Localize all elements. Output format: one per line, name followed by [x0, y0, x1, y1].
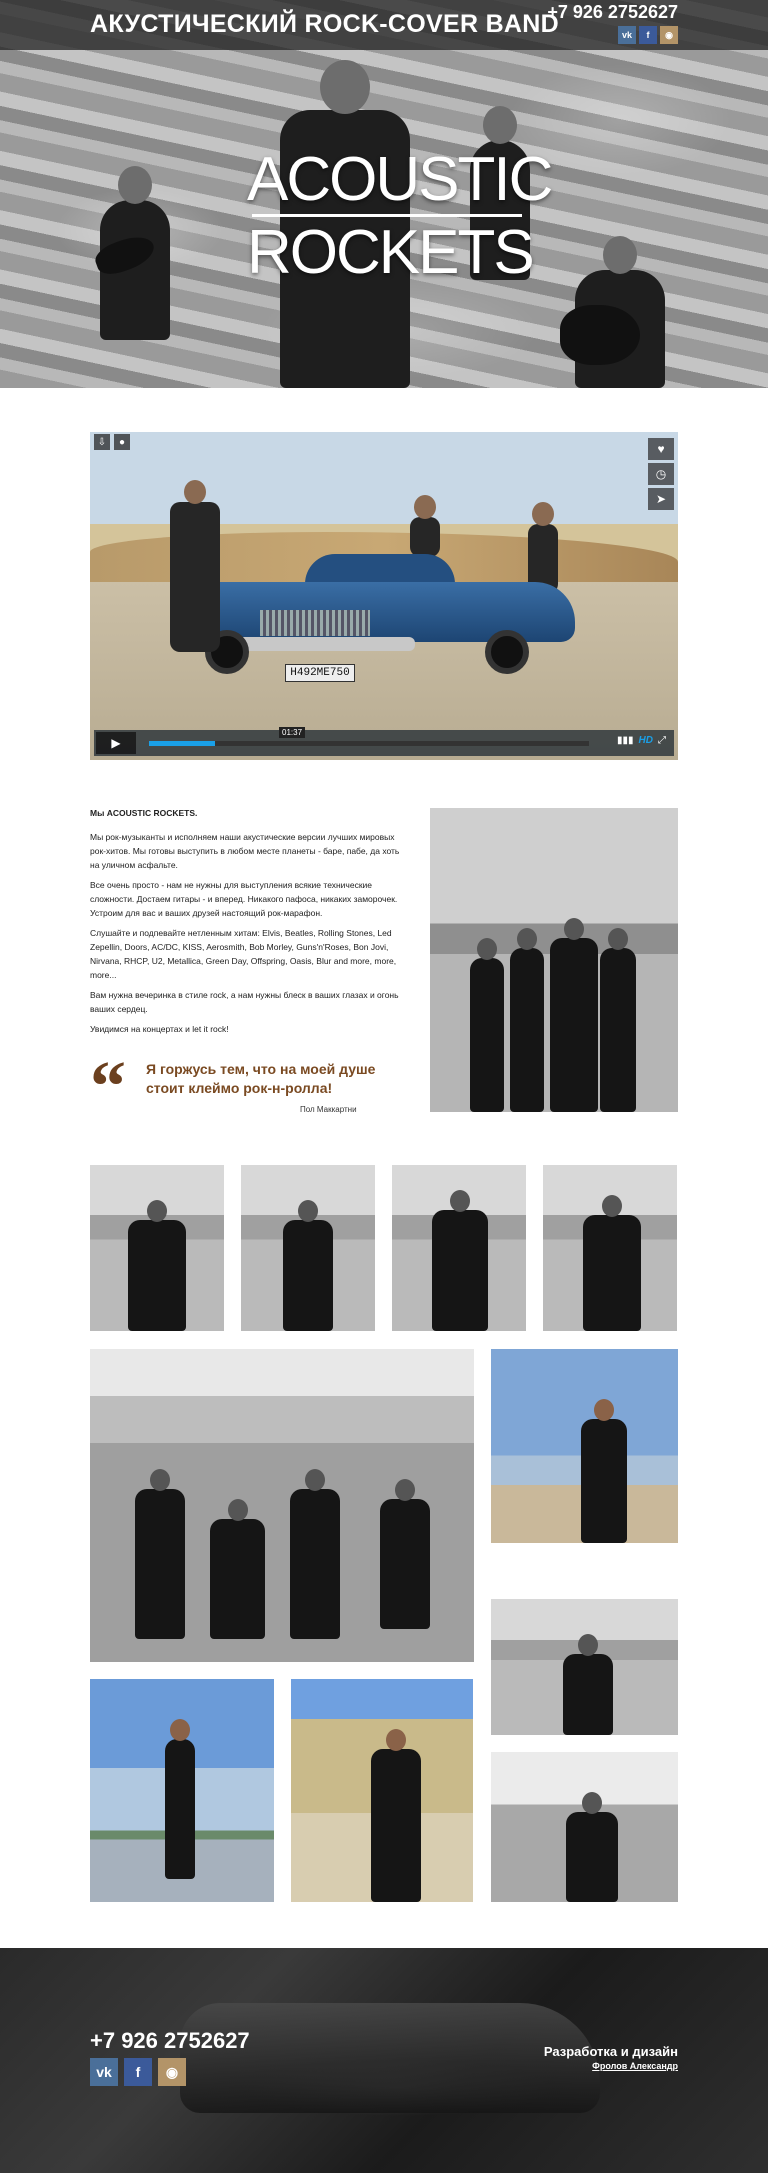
download-icon[interactable]: ⇩	[94, 434, 110, 450]
gallery-photo[interactable]	[491, 1599, 678, 1735]
about-text: Мы ACOUSTIC ROCKETS. Мы рок-музыканты и …	[90, 806, 400, 1042]
license-plate: Н492МЕ750	[285, 664, 355, 682]
vk-icon[interactable]: vk	[90, 2058, 118, 2086]
quote-text: Я горжусь тем, что на моей душе стоит кл…	[146, 1061, 376, 1096]
footer-socials: vk f ◉	[90, 2058, 186, 2086]
progress-bar[interactable]: 01:37	[149, 727, 589, 746]
gallery-photo[interactable]	[291, 1679, 473, 1902]
band-member	[170, 480, 220, 652]
instagram-icon[interactable]: ◉	[158, 2058, 186, 2086]
light-icon[interactable]: ●	[114, 434, 130, 450]
about-paragraph: Все очень просто - нам не нужны для выст…	[90, 880, 398, 918]
facebook-icon[interactable]: f	[124, 2058, 152, 2086]
volume-icon[interactable]: ▮▮▮	[617, 735, 634, 746]
about-paragraph: Слушайте и подпевайте нетленным хитам: E…	[90, 928, 397, 980]
vk-icon[interactable]: vk	[618, 26, 636, 44]
send-icon[interactable]: ➤	[648, 488, 674, 510]
gallery-photo[interactable]	[491, 1752, 678, 1902]
footer-car-image	[180, 2003, 600, 2113]
time-tooltip: 01:37	[279, 727, 306, 738]
video-settings: ▮▮▮ HD ⤢	[617, 735, 666, 746]
gallery-photo[interactable]	[543, 1165, 677, 1331]
video-controls: ▶ 01:37 ▮▮▮ HD ⤢	[94, 727, 674, 756]
about-paragraph: Вам нужна вечеринка в стиле rock, а нам …	[90, 990, 399, 1014]
clock-icon[interactable]: ◷	[648, 463, 674, 485]
gallery-photo[interactable]	[392, 1165, 526, 1331]
developer-credit: Разработка и дизайн Фролов Александр	[544, 2044, 678, 2071]
about-paragraph: Увидимся на концертах и let it rock!	[90, 1024, 229, 1034]
about-paragraph: Мы рок-музыканты и исполняем наши акусти…	[90, 832, 400, 870]
gallery-photo[interactable]	[491, 1349, 678, 1543]
developer-name[interactable]: Фролов Александр	[544, 2061, 678, 2071]
band-logo: ACOUSTIC ROCKETS	[247, 145, 553, 290]
video-top-tools: ⇩ ●	[90, 432, 134, 452]
video-side-tools: ♥ ◷ ➤	[648, 438, 674, 510]
logo-line1: ACOUSTIC	[247, 145, 553, 214]
gallery-photo[interactable]	[90, 1349, 474, 1662]
quote-icon: “	[90, 1046, 126, 1126]
about-intro: Мы ACOUSTIC ROCKETS.	[90, 808, 198, 818]
footer: +7 926 2752627 vk f ◉ Разработка и дизай…	[0, 1948, 768, 2173]
header-phone[interactable]: +7 926 2752627	[547, 2, 678, 23]
video-player[interactable]: Н492МЕ750 ⇩ ● ♥ ◷ ➤ ▶ 01:37 ▮▮▮ HD ⤢	[90, 432, 678, 760]
blue-car: Н492МЕ750	[185, 542, 575, 682]
hero-banner: АКУСТИЧЕСКИЙ ROCK-COVER BAND +7 926 2752…	[0, 0, 768, 388]
play-button[interactable]: ▶	[96, 732, 136, 754]
guitar	[560, 305, 640, 365]
quote-author: Пол Маккартни	[300, 1105, 357, 1114]
fullscreen-icon[interactable]: ⤢	[658, 735, 666, 746]
band-photo[interactable]	[430, 808, 678, 1112]
gallery-photo[interactable]	[241, 1165, 375, 1331]
gallery-photo[interactable]	[90, 1679, 274, 1902]
footer-phone[interactable]: +7 926 2752627	[90, 2028, 250, 2054]
heart-icon[interactable]: ♥	[648, 438, 674, 460]
hd-button[interactable]: HD	[639, 735, 653, 746]
facebook-icon[interactable]: f	[639, 26, 657, 44]
logo-line2: ROCKETS	[247, 218, 535, 287]
header-socials: vk f ◉	[618, 26, 678, 44]
gallery-photo[interactable]	[90, 1165, 224, 1331]
band-title: АКУСТИЧЕСКИЙ ROCK-COVER BAND	[90, 10, 559, 38]
developer-title: Разработка и дизайн	[543, 2044, 678, 2059]
instagram-icon[interactable]: ◉	[660, 26, 678, 44]
